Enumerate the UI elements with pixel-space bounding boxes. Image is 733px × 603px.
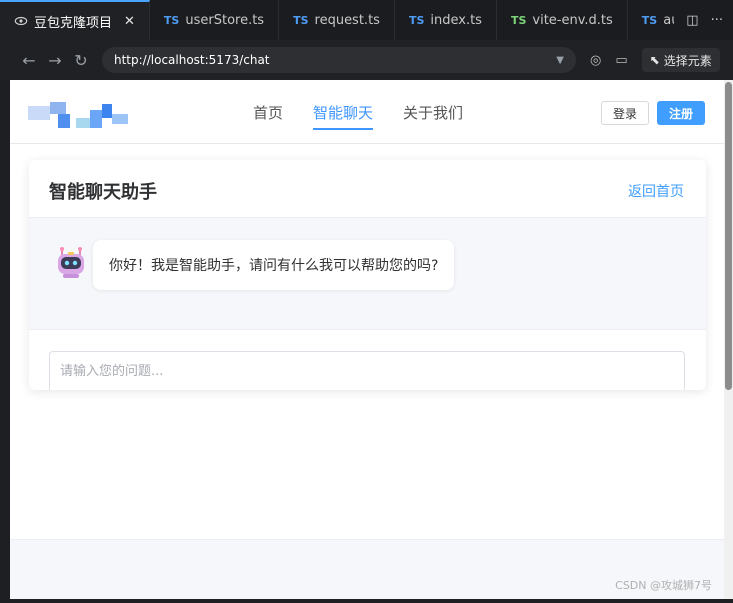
site-header: 首页 智能聊天 关于我们 登录 注册 bbox=[10, 80, 724, 144]
chat-card-header: 智能聊天助手 返回首页 bbox=[29, 160, 706, 218]
typescript-icon: TS bbox=[510, 13, 527, 27]
page-viewport: 首页 智能聊天 关于我们 登录 注册 智能聊天助手 返回首页 你好！我是智能助手… bbox=[10, 80, 724, 599]
cursor-icon: ⬉ bbox=[649, 53, 660, 67]
main-nav: 首页 智能聊天 关于我们 bbox=[253, 80, 463, 144]
nav-about[interactable]: 关于我们 bbox=[403, 80, 463, 144]
tab-vite-env[interactable]: TS vite-env.d.ts bbox=[497, 0, 628, 40]
tab-label: 豆包克隆项目 bbox=[34, 15, 113, 31]
tab-actions: ◫ ··· bbox=[674, 0, 733, 40]
reload-icon[interactable]: ↻ bbox=[68, 51, 94, 70]
tab-userstore[interactable]: TS userStore.ts bbox=[150, 0, 280, 40]
nav-chat[interactable]: 智能聊天 bbox=[313, 80, 374, 144]
register-button[interactable]: 注册 bbox=[657, 101, 705, 125]
logo[interactable] bbox=[28, 102, 128, 128]
nav-home[interactable]: 首页 bbox=[253, 80, 283, 144]
question-input[interactable]: 请输入您的问题... bbox=[49, 351, 685, 390]
device-icon[interactable]: ▭ bbox=[615, 53, 627, 68]
watermark: CSDN @攻城狮7号 bbox=[615, 579, 712, 592]
close-icon[interactable]: ✕ bbox=[124, 14, 135, 29]
message-list: 你好！我是智能助手，请问有什么我可以帮助您的吗? bbox=[29, 218, 706, 330]
window-edge bbox=[0, 80, 10, 603]
tab-label: userStore.ts bbox=[185, 12, 265, 28]
tab-bar: 豆包克隆项目 ✕ TS userStore.ts TS request.ts T… bbox=[0, 0, 733, 40]
url-input[interactable]: http://localhost:5173/chat ▼ bbox=[102, 47, 576, 73]
tab-request[interactable]: TS request.ts bbox=[279, 0, 395, 40]
typescript-icon: TS bbox=[163, 13, 180, 27]
more-icon[interactable]: ··· bbox=[711, 13, 723, 28]
address-bar: ← → ↻ http://localhost:5173/chat ▼ ◎ ▭ ⬉… bbox=[0, 40, 733, 80]
login-button[interactable]: 登录 bbox=[601, 101, 649, 125]
tab-label: vite-env.d.ts bbox=[532, 12, 613, 28]
chat-card: 智能聊天助手 返回首页 你好！我是智能助手，请问有什么我可以帮助您的吗? 请输入… bbox=[29, 160, 706, 390]
typescript-icon: TS bbox=[408, 13, 425, 27]
page-title: 智能聊天助手 bbox=[49, 182, 157, 203]
chevron-down-icon[interactable]: ▼ bbox=[556, 55, 564, 66]
scrollbar-thumb[interactable] bbox=[725, 82, 732, 390]
typescript-icon: TS bbox=[293, 13, 309, 27]
tab-label: index.ts bbox=[430, 12, 482, 28]
pick-element-button[interactable]: ⬉ 选择元素 bbox=[641, 48, 720, 72]
pick-element-label: 选择元素 bbox=[663, 53, 712, 68]
back-icon[interactable]: ← bbox=[16, 51, 42, 70]
back-home-link[interactable]: 返回首页 bbox=[628, 181, 684, 201]
url-text: http://localhost:5173/chat bbox=[114, 53, 270, 67]
tab-label: request.ts bbox=[314, 12, 380, 28]
split-editor-icon[interactable]: ◫ bbox=[686, 13, 698, 28]
typescript-icon: TS bbox=[641, 13, 658, 27]
compass-icon[interactable]: ◎ bbox=[590, 53, 601, 68]
robot-avatar-icon bbox=[58, 247, 84, 278]
assistant-message: 你好！我是智能助手，请问有什么我可以帮助您的吗? bbox=[93, 240, 455, 290]
tab-index[interactable]: TS index.ts bbox=[395, 0, 497, 40]
tab-preview[interactable]: 豆包克隆项目 ✕ bbox=[0, 0, 150, 40]
forward-icon[interactable]: → bbox=[42, 51, 68, 70]
eye-icon bbox=[14, 16, 28, 26]
